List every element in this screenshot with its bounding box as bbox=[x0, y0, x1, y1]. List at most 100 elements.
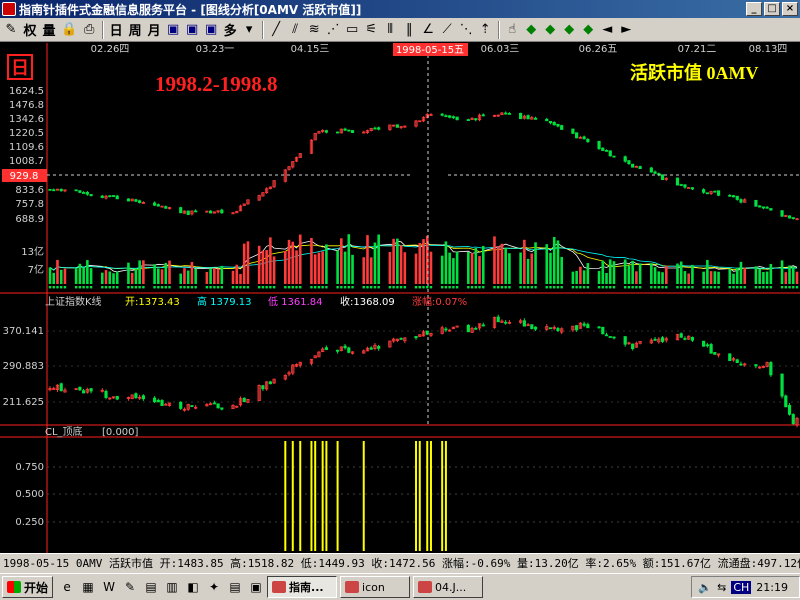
app-icon-1[interactable]: ▤ bbox=[141, 577, 161, 597]
index-candles bbox=[48, 314, 799, 428]
window-icon-3[interactable]: ▣ bbox=[202, 20, 220, 40]
multi-button[interactable]: 多 bbox=[221, 20, 239, 40]
taskbar-task-2[interactable]: 04.J... bbox=[413, 576, 484, 598]
price-candle-body bbox=[347, 129, 351, 132]
index-candle-body bbox=[533, 326, 538, 330]
price-candle-body bbox=[164, 206, 168, 209]
index-candle-body bbox=[690, 336, 695, 341]
network-icon[interactable]: ⇆ bbox=[717, 581, 726, 594]
paint-icon[interactable]: ✎ bbox=[120, 577, 140, 597]
channel-line-icon[interactable]: ≋ bbox=[305, 20, 323, 40]
app-icon-6[interactable]: ▣ bbox=[246, 577, 266, 597]
taskbar-task-0[interactable]: 指南... bbox=[267, 576, 338, 598]
volume-bar bbox=[560, 256, 563, 284]
parallel-line-icon[interactable]: ⫽ bbox=[286, 20, 304, 40]
baseline-dot bbox=[272, 286, 276, 289]
price-candle-body bbox=[156, 204, 160, 207]
index-candle-body bbox=[653, 338, 657, 341]
month-period-button[interactable]: 月 bbox=[145, 20, 163, 40]
volume-bar bbox=[758, 269, 761, 284]
chart-canvas[interactable]: 02.26四 03.23一 04.15三 06.03三 06.26五 07.21二 08.1… bbox=[0, 43, 800, 553]
volume-bar bbox=[784, 272, 788, 284]
diamond-left-icon[interactable]: ◆ bbox=[522, 20, 540, 40]
volume-bar bbox=[56, 259, 59, 284]
price-candle-body bbox=[713, 190, 717, 193]
app-icon-3[interactable]: ◧ bbox=[183, 577, 203, 597]
volume-bar bbox=[534, 242, 537, 284]
baseline-dot bbox=[284, 286, 287, 289]
diamond-icon-3[interactable]: ◆ bbox=[560, 20, 578, 40]
baseline-dot bbox=[519, 286, 522, 289]
price-candle-body bbox=[474, 118, 478, 121]
baseline-dot bbox=[508, 286, 511, 289]
arrow-left-icon[interactable]: ◄ bbox=[598, 20, 616, 40]
price-candle-body bbox=[138, 200, 142, 204]
line-tool-icon[interactable]: ╱ bbox=[267, 20, 285, 40]
app-icon-4[interactable]: ✦ bbox=[204, 577, 224, 597]
volume-bar bbox=[134, 268, 138, 284]
ie-icon[interactable]: e bbox=[57, 577, 77, 597]
baseline-dot bbox=[497, 286, 500, 289]
fibonacci-icon[interactable]: ‖ bbox=[400, 20, 418, 40]
clock: 21:19 bbox=[756, 580, 788, 594]
draw-tool-icon[interactable]: ✎ bbox=[2, 20, 20, 40]
app-icon-2[interactable]: ▥ bbox=[162, 577, 182, 597]
maximize-button[interactable]: □ bbox=[764, 2, 780, 16]
language-indicator[interactable]: CH bbox=[731, 580, 752, 594]
volume-bar bbox=[508, 253, 511, 284]
print-icon[interactable]: ⎙ bbox=[80, 20, 98, 40]
desktop-icon[interactable]: ▦ bbox=[78, 577, 98, 597]
cycle-line-icon[interactable]: ⦀ bbox=[381, 20, 399, 40]
volume-bar bbox=[452, 258, 455, 284]
arrow-up-icon[interactable]: ⇡ bbox=[476, 20, 494, 40]
index-candle-body bbox=[604, 334, 609, 337]
main-candles bbox=[48, 111, 799, 221]
sep bbox=[498, 20, 501, 39]
week-period-button[interactable]: 周 bbox=[126, 20, 144, 40]
baseline-dot bbox=[231, 286, 235, 289]
baseline-dot bbox=[299, 286, 302, 289]
speaker-icon[interactable]: 🔈 bbox=[698, 581, 712, 594]
fan-line-icon[interactable]: ⚟ bbox=[362, 20, 380, 40]
diamond-icon-4[interactable]: ◆ bbox=[579, 20, 597, 40]
weight-button[interactable]: 权 bbox=[21, 20, 39, 40]
price-candle-body bbox=[627, 160, 631, 165]
gann-line-icon[interactable]: ⟋ bbox=[438, 20, 456, 40]
volume-bar bbox=[183, 268, 186, 284]
chart-area[interactable]: 02.26四 03.23一 04.15三 06.03三 06.26五 07.21二 08.1… bbox=[0, 43, 800, 553]
ray-line-icon[interactable]: ⋰ bbox=[324, 20, 342, 40]
volume-bar bbox=[552, 236, 556, 284]
baseline-dot bbox=[792, 286, 795, 289]
price-candle-body bbox=[601, 147, 605, 151]
volume-bar bbox=[702, 271, 705, 284]
taskbar-task-1[interactable]: icon bbox=[340, 576, 411, 598]
word-icon[interactable]: W bbox=[99, 577, 119, 597]
dropdown-arrow-icon[interactable]: ▾ bbox=[240, 20, 258, 40]
volume-button[interactable]: 量 bbox=[40, 20, 58, 40]
arrow-right-icon[interactable]: ► bbox=[617, 20, 635, 40]
app-icon-5[interactable]: ▤ bbox=[225, 577, 245, 597]
minimize-button[interactable]: _ bbox=[746, 2, 762, 16]
start-button[interactable]: 开始 bbox=[2, 576, 54, 598]
volume-bar bbox=[493, 236, 496, 284]
price-candle-body bbox=[115, 195, 119, 200]
rectangle-tool-icon[interactable]: ▭ bbox=[343, 20, 361, 40]
baseline-dot bbox=[239, 286, 242, 289]
volume-bar bbox=[86, 260, 89, 284]
baseline-dot bbox=[186, 286, 190, 289]
window-icon-2[interactable]: ▣ bbox=[183, 20, 201, 40]
index-candle-body bbox=[735, 359, 739, 364]
diamond-icon-2[interactable]: ◆ bbox=[541, 20, 559, 40]
speed-line-icon[interactable]: ⋱ bbox=[457, 20, 475, 40]
lock-icon[interactable]: 🔒 bbox=[59, 20, 79, 40]
index-candle-body bbox=[713, 352, 717, 355]
volume-bar bbox=[597, 271, 601, 284]
pointer-icon[interactable]: ☝ bbox=[503, 20, 521, 40]
angle-line-icon[interactable]: ∠ bbox=[419, 20, 437, 40]
baseline-dot bbox=[164, 286, 167, 289]
index-candle-body bbox=[612, 336, 616, 339]
day-period-button[interactable]: 日 bbox=[107, 20, 125, 40]
window-icon-1[interactable]: ▣ bbox=[164, 20, 182, 40]
close-button[interactable]: × bbox=[782, 2, 798, 16]
price-candle-body bbox=[780, 210, 784, 217]
